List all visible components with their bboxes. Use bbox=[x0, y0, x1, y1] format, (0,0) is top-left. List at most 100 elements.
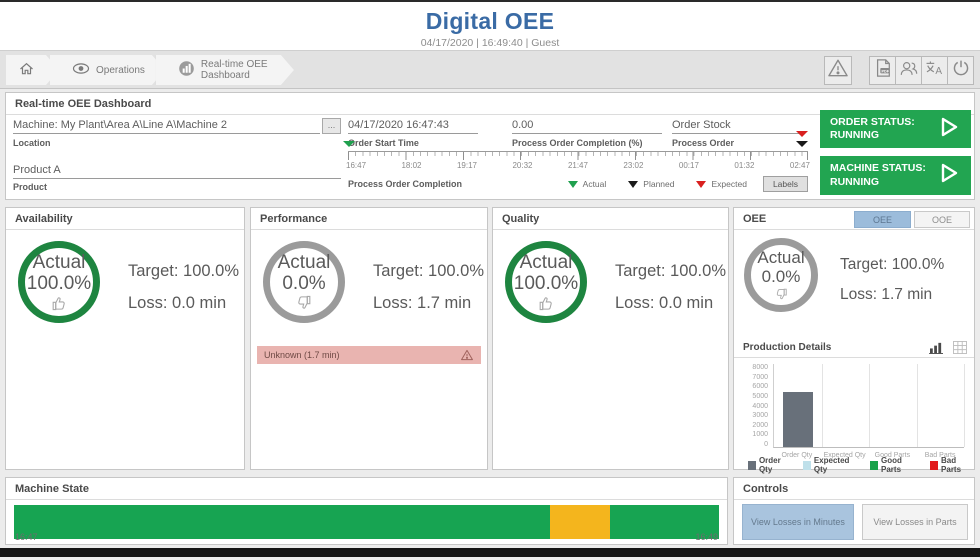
timeline-tick-label: 20:32 bbox=[512, 161, 532, 170]
production-details-title: Production Details bbox=[743, 342, 831, 353]
timeline-tick-labels: 16:4718:0219:1720:3221:4723:0200:1701:32… bbox=[346, 161, 810, 170]
chart-y-tick: 1000 bbox=[752, 431, 768, 438]
timeline-tick-label: 21:47 bbox=[568, 161, 588, 170]
chart-y-axis: 800070006000500040003000200010000 bbox=[744, 364, 768, 448]
alarms-button[interactable] bbox=[824, 56, 852, 85]
quality-gauge: Actual 100.0% bbox=[505, 241, 587, 323]
view-losses-parts-button[interactable]: View Losses in Parts bbox=[862, 504, 968, 540]
alert-text: Unknown (1.7 min) bbox=[264, 350, 340, 360]
machine-status-box[interactable]: MACHINE STATUS:RUNNING bbox=[820, 156, 971, 195]
performance-title: Performance bbox=[251, 208, 487, 230]
machine-state-segment-warning bbox=[550, 505, 610, 539]
chart-y-tick: 3000 bbox=[752, 412, 768, 419]
availability-title: Availability bbox=[6, 208, 244, 230]
order-status-text: ORDER STATUS:RUNNING bbox=[830, 116, 915, 142]
timeline-tick-label: 19:17 bbox=[457, 161, 477, 170]
breadcrumb-realtime-oee-label: Real-time OEE Dashboard bbox=[201, 59, 274, 82]
oee-gauge: Actual 0.0% bbox=[744, 238, 818, 312]
process-order-label: Process Order bbox=[672, 138, 734, 148]
thumbs-up-icon bbox=[537, 295, 555, 311]
quality-title: Quality bbox=[493, 208, 728, 230]
chart-bar-slot bbox=[822, 364, 870, 447]
chart-legend-item: Order Qty bbox=[748, 456, 792, 474]
timeline-tick-label: 01:32 bbox=[734, 161, 754, 170]
performance-target: Target: 100.0% bbox=[373, 262, 484, 281]
thumbs-up-icon bbox=[50, 295, 68, 311]
chart-bar-slot bbox=[774, 364, 822, 447]
product-field: Product A bbox=[13, 164, 341, 179]
play-icon bbox=[935, 114, 961, 145]
location-label: Location bbox=[13, 138, 51, 148]
eye-icon bbox=[72, 62, 90, 78]
breadcrumb-operations[interactable]: Operations bbox=[50, 55, 165, 85]
labels-button[interactable]: Labels bbox=[763, 176, 808, 192]
planned-triangle-icon bbox=[628, 181, 638, 188]
thumbs-down-icon bbox=[295, 295, 313, 311]
language-icon: A bbox=[925, 59, 945, 82]
expected-slider-marker bbox=[796, 131, 808, 137]
window-bottom-edge bbox=[0, 548, 980, 557]
home-icon bbox=[18, 61, 35, 80]
oee-target: Target: 100.0% bbox=[840, 256, 944, 274]
chart-legend-item: Good Parts bbox=[870, 456, 919, 474]
order-start-time-label: Order Start Time bbox=[348, 138, 419, 148]
order-status-box[interactable]: ORDER STATUS:RUNNING bbox=[820, 110, 971, 148]
navigation-bar: Operations Real-time OEE Dashboard PDF bbox=[0, 50, 980, 89]
chart-legend-item: Expected Qty bbox=[803, 456, 859, 474]
process-order-timeline-slider[interactable] bbox=[348, 151, 808, 160]
users-button[interactable] bbox=[895, 56, 922, 85]
svg-text:PDF: PDF bbox=[881, 69, 889, 73]
export-pdf-button[interactable]: PDF bbox=[869, 56, 896, 85]
expected-triangle-icon bbox=[696, 181, 706, 188]
actual-slider-marker[interactable] bbox=[343, 141, 355, 147]
play-icon bbox=[935, 160, 961, 191]
breadcrumb-realtime-oee[interactable]: Real-time OEE Dashboard bbox=[156, 55, 294, 85]
chart-y-tick: 2000 bbox=[752, 422, 768, 429]
quality-panel: Quality Actual 100.0% Target: 100.0% Los… bbox=[492, 207, 729, 470]
machine-browse-button[interactable]: ... bbox=[322, 118, 341, 134]
machine-selector-field[interactable]: Machine: My Plant\Area A\Line A\Machine … bbox=[13, 119, 320, 134]
view-losses-minutes-button[interactable]: View Losses in Minutes bbox=[742, 504, 854, 540]
quality-target: Target: 100.0% bbox=[615, 262, 726, 281]
machine-state-start-time: 16:47 bbox=[15, 532, 38, 542]
timeline-tick-label: 02:47 bbox=[790, 161, 810, 170]
chart-legend-item: Bad Parts bbox=[930, 456, 974, 474]
timeline-tick-label: 18:02 bbox=[401, 161, 421, 170]
availability-gauge: Actual 100.0% bbox=[18, 241, 100, 323]
quality-actual-value: 100.0% bbox=[514, 274, 578, 295]
performance-loss-alert[interactable]: Unknown (1.7 min) bbox=[257, 346, 481, 364]
production-chart: 800070006000500040003000200010000 Order … bbox=[744, 364, 968, 468]
logout-button[interactable] bbox=[947, 56, 974, 85]
availability-actual-value: 100.0% bbox=[27, 274, 91, 295]
availability-loss: Loss: 0.0 min bbox=[128, 294, 226, 313]
legend-actual: Actual bbox=[568, 179, 607, 189]
table-view-icon[interactable] bbox=[953, 341, 967, 362]
datetime-user: 04/17/2020 | 16:49:40 | Guest bbox=[0, 37, 980, 49]
machine-state-segment-running bbox=[14, 505, 550, 539]
oee-toggle-button[interactable]: OEE bbox=[854, 211, 911, 228]
chart-legend: Order Qty Expected Qty Good Parts Bad Parts bbox=[748, 456, 974, 474]
chart-y-tick: 7000 bbox=[752, 374, 768, 381]
language-button[interactable]: A bbox=[921, 56, 948, 85]
oee-actual-word: Actual bbox=[757, 249, 804, 268]
legend-swatch bbox=[870, 461, 878, 470]
machine-state-bar bbox=[14, 505, 719, 539]
legend-swatch bbox=[803, 461, 811, 470]
oee-panel: OEE OEE OOE Actual 0.0% Target: 100.0% L… bbox=[733, 207, 975, 470]
chart-bar-slot bbox=[869, 364, 917, 447]
app-title: Digital OEE bbox=[0, 8, 980, 35]
machine-state-title: Machine State bbox=[6, 478, 727, 500]
process-order-value: Order Stock bbox=[672, 119, 804, 134]
ooe-toggle-button[interactable]: OOE bbox=[914, 211, 970, 228]
chart-bars bbox=[774, 364, 964, 447]
alert-warning-icon bbox=[460, 349, 474, 361]
chart-bar-slot bbox=[917, 364, 965, 447]
thumbs-down-icon bbox=[774, 288, 789, 301]
chart-view-icon[interactable] bbox=[929, 341, 944, 362]
controls-title: Controls bbox=[734, 478, 974, 500]
svg-text:A: A bbox=[935, 66, 942, 77]
planned-slider-marker bbox=[796, 141, 808, 147]
oee-actual-value: 0.0% bbox=[762, 268, 801, 287]
warning-icon bbox=[827, 58, 849, 83]
availability-panel: Availability Actual 100.0% Target: 100.0… bbox=[5, 207, 245, 470]
